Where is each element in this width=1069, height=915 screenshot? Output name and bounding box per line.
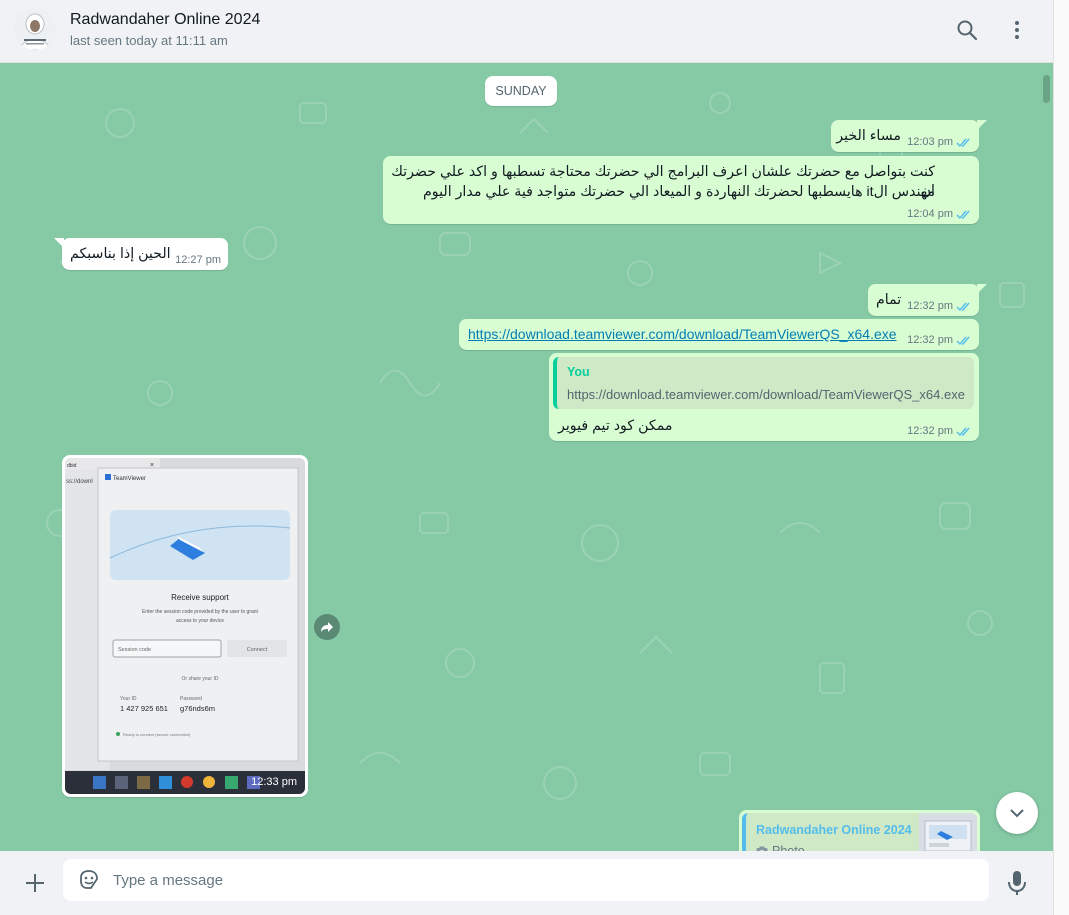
message-outgoing[interactable]: كنت بتواصل مع حضرتك علشان اعرف البرامج ا… (383, 156, 979, 224)
contact-last-seen: last seen today at 11:11 am (70, 33, 228, 48)
photo-url-snippet: ss://downl (66, 479, 93, 485)
double-check-icon (956, 302, 970, 311)
reply-thumbnail (919, 813, 977, 851)
message-meta: 12:32 pm (907, 334, 972, 346)
message-time: 12:32 pm (907, 300, 953, 312)
message-time: 12:04 pm (907, 208, 953, 220)
composer (0, 851, 1053, 915)
photo-window-title: TeamViewer (113, 476, 146, 482)
scroll-to-bottom-button[interactable] (996, 792, 1038, 834)
photo-ready-status: Ready to connect (secure connection) (123, 732, 191, 737)
double-check-icon (956, 138, 970, 147)
double-check-icon (956, 336, 970, 345)
photo-tab-label: dbid (67, 463, 77, 469)
sticker-icon[interactable] (77, 868, 101, 892)
message-input[interactable] (113, 859, 973, 901)
message-link[interactable]: https://download.teamviewer.com/download… (468, 325, 897, 344)
photo-session-field: Session code (118, 647, 151, 653)
message-text: الحين إذا بناسبكم (70, 246, 171, 262)
image-message[interactable]: dbid × ss://downl TeamViewer Receive sup… (62, 455, 308, 797)
double-check-icon (956, 210, 970, 219)
reply-preview-message[interactable]: Radwandaher Online 2024 Photo (739, 810, 980, 851)
message-outgoing[interactable]: مساء الخير 12:03 pm (831, 120, 987, 152)
message-meta: 12:03 pm (907, 136, 972, 148)
photo-share-id: Or share your ID (182, 676, 219, 682)
message-outgoing[interactable]: You https://download.teamviewer.com/down… (549, 353, 979, 441)
message-time: 12:03 pm (907, 136, 953, 148)
photo-teamviewer-screen[interactable]: dbid × ss://downl TeamViewer Receive sup… (65, 458, 305, 794)
contact-info[interactable]: Radwandaher Online 2024 last seen today … (70, 10, 260, 48)
message-input-box[interactable] (63, 859, 989, 901)
quoted-text: https://download.teamviewer.com/download… (567, 387, 965, 402)
message-time: 12:32 pm (907, 425, 953, 437)
reply-author: Radwandaher Online 2024 (756, 823, 912, 837)
message-meta: 12:27 pm (175, 254, 221, 266)
message-outgoing[interactable]: تمام 12:32 pm (868, 284, 987, 316)
quoted-message[interactable]: You https://download.teamviewer.com/down… (553, 357, 974, 409)
photo-content: dbid × ss://downl TeamViewer Receive sup… (65, 458, 305, 794)
message-incoming[interactable]: الحين إذا بناسبكم 12:27 pm (54, 238, 228, 270)
microphone-icon[interactable] (1005, 869, 1029, 897)
avatar-image (14, 8, 56, 50)
chat-panel[interactable]: SUNDAY مساء الخير 12:03 pm كنت بتواصل مع… (0, 63, 1053, 851)
message-text-line: مهندس الit هايسطبها لحضرتك النهاردة و ال… (422, 184, 935, 200)
scrollbar-thumb[interactable] (1043, 75, 1050, 103)
forward-icon[interactable] (314, 614, 340, 640)
message-time: 12:32 pm (907, 334, 953, 346)
scrollbar[interactable] (1053, 0, 1069, 915)
reply-type-label: Photo (772, 844, 805, 851)
message-outgoing[interactable]: https://download.teamviewer.com/download… (459, 319, 979, 350)
message-meta: 12:32 pm (907, 425, 972, 437)
message-time: 12:33 pm (251, 776, 297, 788)
message-time: 12:27 pm (175, 254, 221, 266)
quoted-author: You (567, 365, 590, 379)
photo-password-label: Password (180, 696, 202, 702)
chevron-down-icon (1010, 809, 1024, 818)
photo-password-value: g76nds6m (180, 704, 215, 713)
date-divider: SUNDAY (485, 76, 557, 106)
message-meta: 12:04 pm (907, 208, 972, 220)
photo-connect-button: Connect (247, 647, 268, 653)
photo-desc-2: access to your device (176, 618, 224, 624)
contact-avatar[interactable] (14, 8, 56, 50)
contact-name: Radwandaher Online 2024 (70, 11, 261, 28)
photo-desc-1: Enter the session code provided by the u… (142, 609, 259, 615)
chat-header: Radwandaher Online 2024 last seen today … (0, 0, 1053, 63)
photo-id-value: 1 427 925 651 (120, 704, 168, 713)
plus-icon[interactable] (23, 871, 47, 895)
double-check-icon (956, 427, 970, 436)
menu-kebab-icon[interactable] (1005, 18, 1029, 42)
reply-preview[interactable]: Radwandaher Online 2024 Photo (742, 813, 977, 851)
message-text: مساء الخير (836, 128, 901, 144)
search-icon[interactable] (955, 18, 979, 42)
reply-type: Photo (756, 844, 805, 851)
message-text: ممكن كود تيم فيوير (558, 418, 673, 434)
message-meta: 12:32 pm (907, 300, 972, 312)
photo-id-label: Your ID (120, 696, 137, 702)
photo-heading: Receive support (171, 593, 230, 602)
message-text: تمام (876, 292, 902, 308)
